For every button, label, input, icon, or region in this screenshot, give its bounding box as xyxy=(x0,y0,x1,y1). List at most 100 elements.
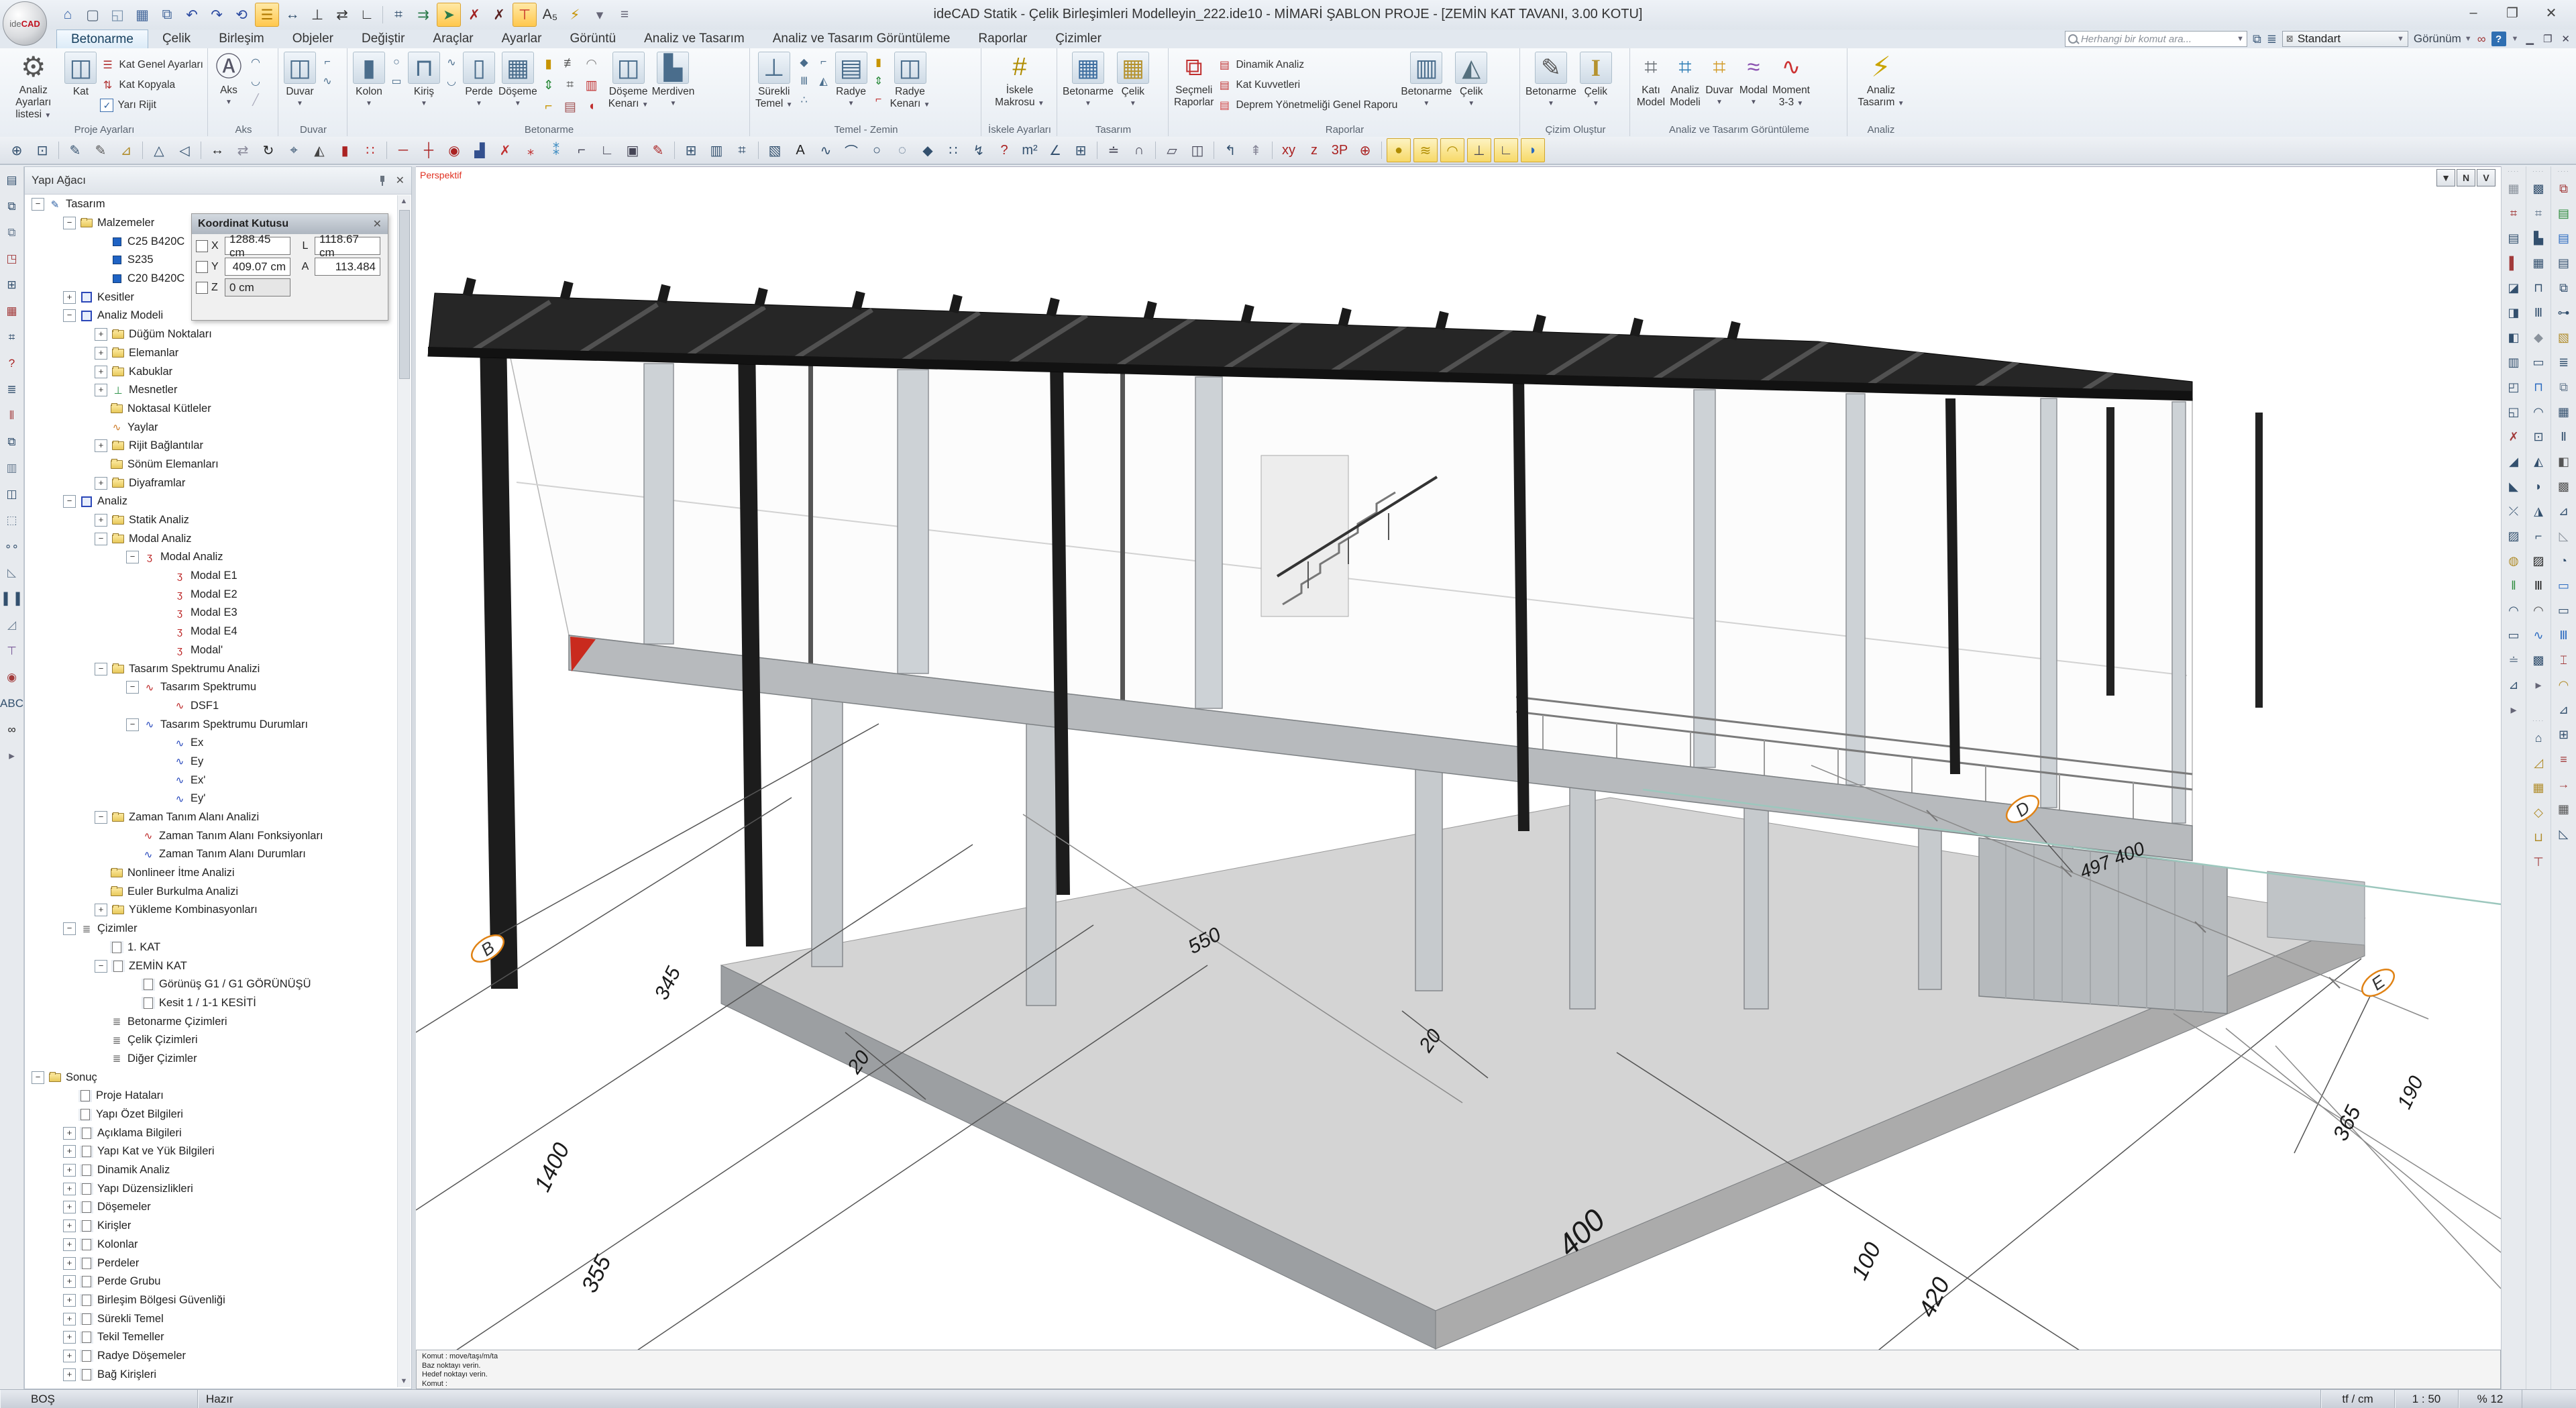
tasarim-celik-button[interactable]: ▦ Çelik▼ xyxy=(1117,52,1149,110)
tree-item[interactable]: ∿Ey xyxy=(25,753,398,771)
tool-icon[interactable]: ✎ xyxy=(647,139,669,162)
tree-expander-icon[interactable]: + xyxy=(63,1331,76,1344)
tool-icon[interactable]: ⊿ xyxy=(2553,700,2575,720)
tool-icon[interactable]: ⌐ xyxy=(816,54,832,70)
tree-expander-icon[interactable]: − xyxy=(63,922,76,935)
tree-expander-icon[interactable]: − xyxy=(126,551,139,563)
tool-icon[interactable]: ◆ xyxy=(2528,327,2549,348)
tool-icon[interactable]: ▦ xyxy=(2553,799,2575,820)
tree-expander-icon[interactable]: − xyxy=(126,718,139,731)
minimize-button[interactable]: – xyxy=(2454,0,2493,25)
mdi-restore-button[interactable]: ❐ xyxy=(2541,33,2554,45)
tool-icon[interactable]: ⊓ xyxy=(2528,377,2549,398)
tree-expander-icon[interactable]: + xyxy=(63,1164,76,1177)
tool-icon[interactable]: ⊞ xyxy=(680,139,702,162)
tree-expander-icon[interactable]: + xyxy=(95,477,107,490)
tree-item[interactable]: −ZEMİN KAT xyxy=(25,957,398,975)
tool-icon[interactable]: ⫴ xyxy=(2,406,22,426)
close-icon[interactable]: ✕ xyxy=(396,174,405,187)
tool-icon[interactable]: ⌐ xyxy=(871,92,887,108)
tree-item[interactable]: −ʒModal Analiz xyxy=(25,548,398,567)
tree-item[interactable]: Euler Burkulma Analizi xyxy=(25,882,398,901)
tree-item[interactable]: −Analiz xyxy=(25,492,398,511)
tree-item[interactable]: Görünüş G1 / G1 GÖRÜNÜŞÜ xyxy=(25,975,398,994)
tool-icon[interactable]: ◗ xyxy=(1521,138,1545,162)
tool-icon[interactable]: ▨ xyxy=(2503,526,2524,547)
tool-icon[interactable]: Ⅱ xyxy=(2553,427,2575,447)
tool-icon[interactable]: ◧ xyxy=(2553,451,2575,472)
tree-expander-icon[interactable]: − xyxy=(95,663,107,675)
tool-icon[interactable]: ∷ xyxy=(359,139,382,162)
tool-icon[interactable]: ◺ xyxy=(2,563,22,583)
tree-item[interactable]: +Statik Analiz xyxy=(25,511,398,530)
status-units[interactable]: tf / cm xyxy=(2321,1390,2395,1408)
tree-expander-icon[interactable]: + xyxy=(95,328,107,341)
tool-icon[interactable]: ◠ xyxy=(2528,600,2549,621)
tool-icon[interactable]: ⌖ xyxy=(282,139,305,162)
kati-model-button[interactable]: ⌗ Katı Model xyxy=(1635,52,1666,109)
angle-field[interactable]: 113.484 xyxy=(315,258,380,276)
tool-icon[interactable]: ▦ xyxy=(2,301,22,321)
tree-expander-icon[interactable]: + xyxy=(63,1201,76,1213)
tool-icon[interactable]: ↔ xyxy=(281,3,304,26)
tool-icon[interactable]: A xyxy=(789,139,812,162)
menu-tab-betonarme[interactable]: Betonarme xyxy=(56,30,148,48)
surekli-temel-button[interactable]: ⊥ Sürekli Temel ▼ xyxy=(755,52,793,111)
tree-expander-icon[interactable]: − xyxy=(63,217,76,229)
tool-icon[interactable]: ✎ xyxy=(64,139,87,162)
tree-expander-icon[interactable]: + xyxy=(63,1368,76,1381)
tool-icon[interactable]: ‖ xyxy=(2503,576,2524,596)
tool-icon[interactable]: ▧ xyxy=(763,139,786,162)
tool-icon[interactable]: ↔ xyxy=(206,139,229,162)
tool-icon[interactable]: ◿ xyxy=(2528,753,2549,773)
tree-expander-icon[interactable]: + xyxy=(63,291,76,304)
menu-tab-ayarlar[interactable]: Ayarlar xyxy=(488,30,556,48)
tool-icon[interactable]: ? xyxy=(2,354,22,374)
doseme-button[interactable]: ▦ Döşeme▼ xyxy=(498,52,537,110)
tool-icon[interactable]: Ⅲ xyxy=(2528,303,2549,323)
pin-icon[interactable] xyxy=(377,175,388,186)
tool-icon[interactable]: ● xyxy=(1387,138,1411,162)
radye-button[interactable]: ▤ Radye▼ xyxy=(835,52,867,110)
kat-kuvvetleri-raporu-button[interactable]: ▤ Kat Kuvvetleri xyxy=(1217,76,1397,95)
tree-item[interactable]: ≣Diğer Çizimler xyxy=(25,1050,398,1069)
tool-icon[interactable]: ▣ xyxy=(621,139,644,162)
tool-icon[interactable]: ▥ xyxy=(584,77,600,93)
tool-icon[interactable]: ↶ xyxy=(180,3,203,26)
tool-icon[interactable]: ▸ xyxy=(2503,700,2524,720)
tool-icon[interactable]: ⇄ xyxy=(231,139,254,162)
tool-icon[interactable]: ⊿ xyxy=(2553,501,2575,522)
tool-icon[interactable]: Ⅲ xyxy=(2528,576,2549,596)
tool-icon[interactable]: ∿ xyxy=(319,73,335,89)
tree-item[interactable]: +Radye Döşemeler xyxy=(25,1347,398,1366)
tool-icon[interactable]: ⇕ xyxy=(871,73,887,89)
tree-item[interactable]: +Yapı Kat ve Yük Bilgileri xyxy=(25,1142,398,1161)
tool-icon[interactable]: ✗ xyxy=(488,3,511,26)
tree-item[interactable]: ≣Betonarme Çizimleri xyxy=(25,1012,398,1031)
tool-icon[interactable]: ∘∘ xyxy=(2,537,22,557)
tool-icon[interactable]: ◠ xyxy=(2503,600,2524,621)
tool-icon[interactable]: ☰ xyxy=(255,3,279,27)
tool-icon[interactable]: ⌐ xyxy=(319,54,335,70)
tool-icon[interactable]: ⊕ xyxy=(5,139,28,162)
tool-icon[interactable]: ◠ xyxy=(2553,675,2575,696)
tool-icon[interactable]: ⊔ xyxy=(2528,827,2549,848)
tool-icon[interactable]: Ⅲ xyxy=(796,73,812,89)
tool-icon[interactable]: ◭ xyxy=(2528,451,2549,472)
tree-item[interactable]: −Zaman Tanım Alanı Analizi xyxy=(25,808,398,827)
tool-icon[interactable]: ≐ xyxy=(2503,650,2524,671)
tree-item[interactable]: −✎Tasarım xyxy=(25,195,398,214)
tool-icon[interactable]: ⇉ xyxy=(412,3,435,26)
tool-icon[interactable]: ▭ xyxy=(2553,600,2575,621)
tree-item[interactable]: ∿Ex' xyxy=(25,771,398,790)
tool-icon[interactable]: ▦ xyxy=(131,3,154,26)
tool-icon[interactable]: ▥ xyxy=(2,458,22,478)
tool-icon[interactable]: ⌗ xyxy=(2,327,22,347)
tool-icon[interactable]: ∟ xyxy=(356,3,378,26)
tool-icon[interactable]: ◆ xyxy=(796,54,812,70)
viewport-v-button[interactable]: V xyxy=(2477,169,2496,186)
tree-expander-icon[interactable]: + xyxy=(63,1145,76,1158)
scroll-up-icon[interactable]: ▲ xyxy=(398,195,410,207)
dinamik-analiz-raporu-button[interactable]: ▤ Dinamik Analiz xyxy=(1217,56,1397,74)
menu-tab-de-i-tir[interactable]: Değiştir xyxy=(347,30,419,48)
